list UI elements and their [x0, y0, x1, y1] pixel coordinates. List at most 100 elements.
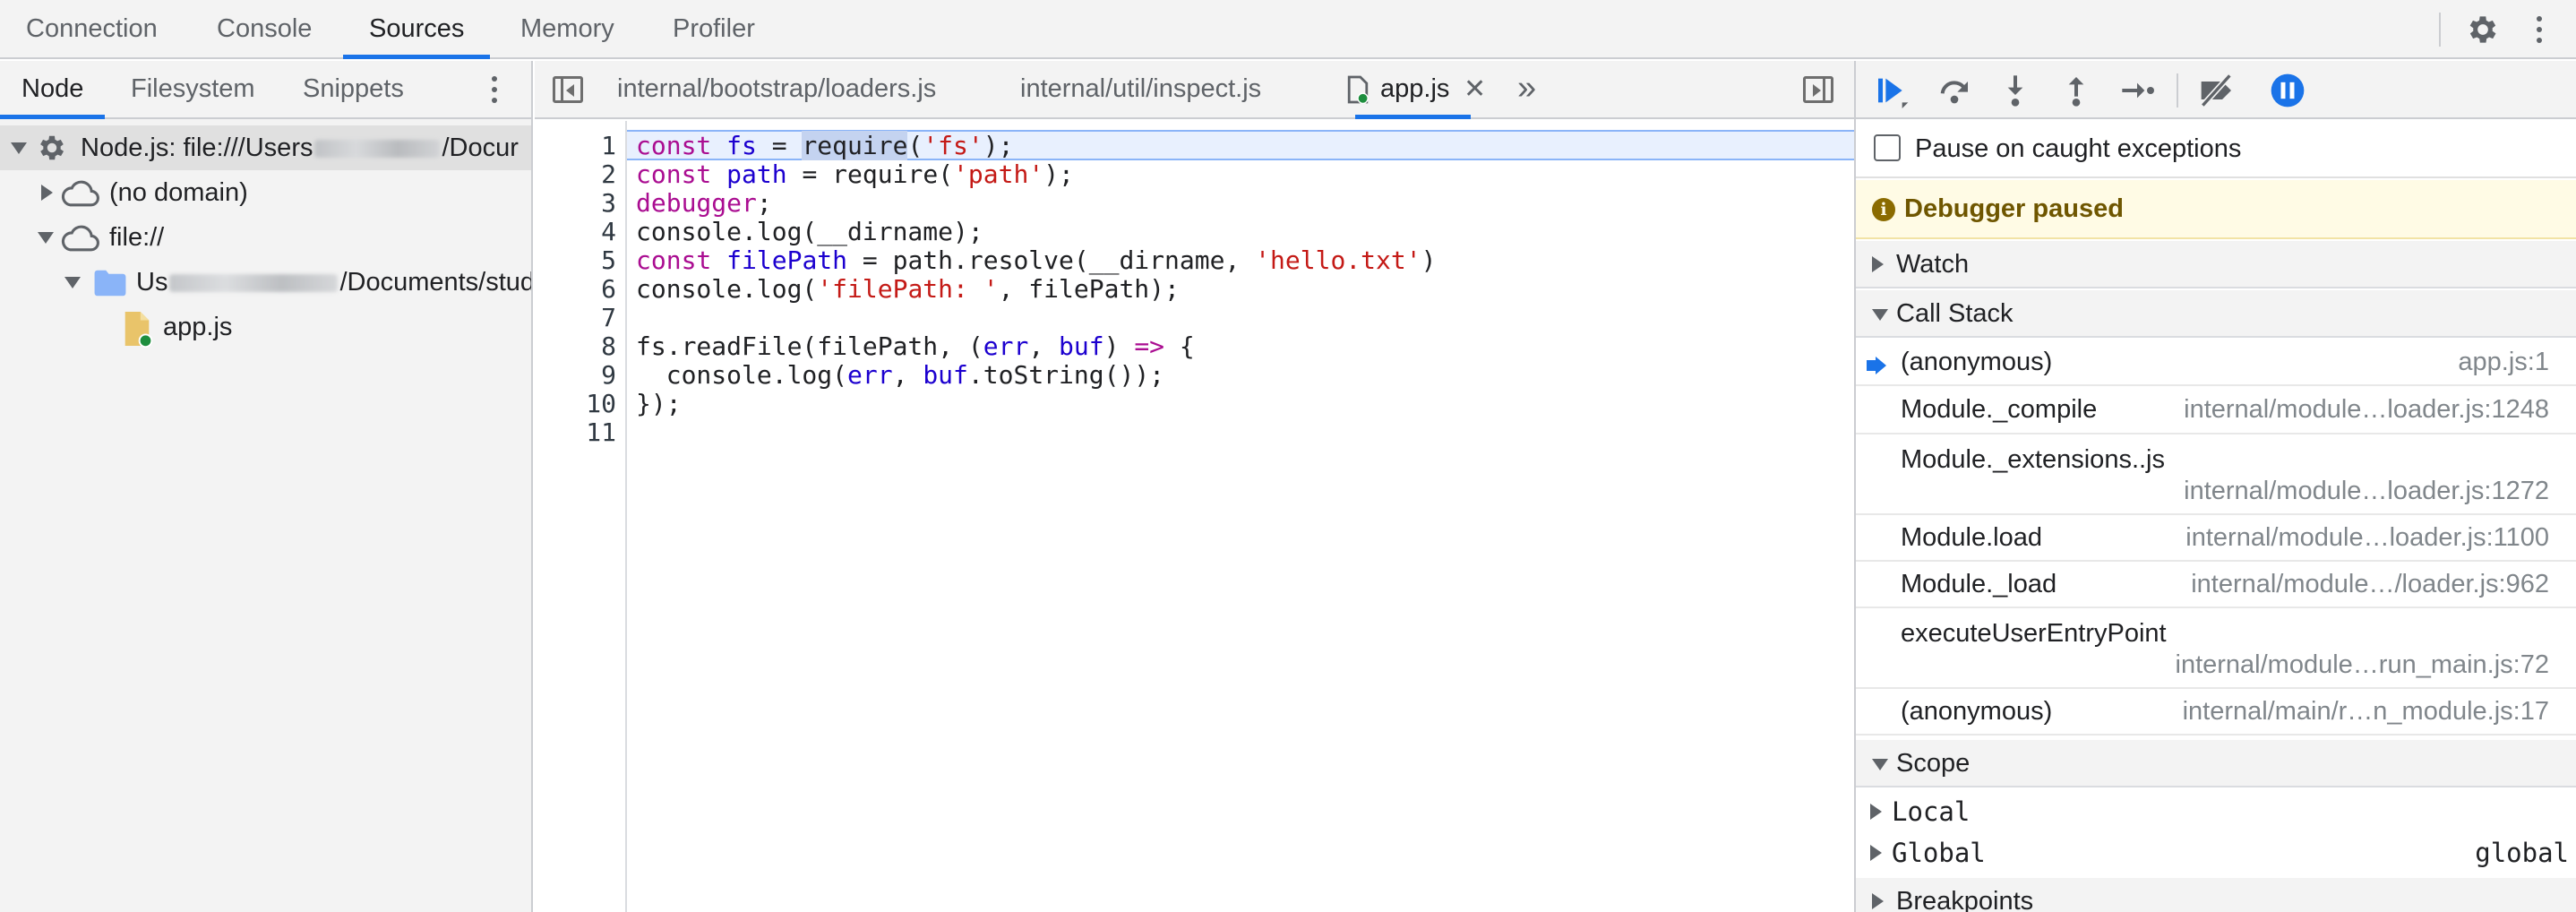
line-number[interactable]: 2 [536, 160, 616, 189]
line-number[interactable]: 1 [536, 132, 616, 160]
chevron-down-icon[interactable] [11, 142, 27, 154]
frame-location[interactable]: internal/module…loader.js:1272 [2184, 476, 2549, 506]
scope-global[interactable]: Global global [1856, 832, 2576, 873]
call-frame[interactable]: Module._extensions..js internal/module…l… [1856, 434, 2576, 515]
section-title: Watch [1896, 250, 1970, 279]
editor-tab-bar: internal/bootstrap/loaders.js internal/u… [535, 61, 1854, 119]
editor-tab-label: app.js [1380, 74, 1450, 103]
scope-value: global [2475, 838, 2569, 868]
frame-location[interactable]: internal/module…/loader.js:962 [2191, 562, 2549, 607]
folder-icon [94, 270, 126, 297]
line-number[interactable]: 4 [536, 218, 616, 246]
tab-profiler[interactable]: Profiler [647, 0, 781, 57]
more-tabs-icon[interactable]: » [1517, 61, 1536, 115]
code-line: console.log(err, buf.toString()); [636, 360, 1165, 390]
frame-location[interactable]: internal/main/r…n_module.js:17 [2183, 689, 2549, 734]
line-number[interactable]: 11 [536, 418, 616, 447]
code-line: const path = require('path'); [636, 159, 1074, 189]
call-frame[interactable]: Module._compile internal/module…loader.j… [1856, 386, 2576, 434]
debugger-toolbar [1856, 61, 2576, 119]
js-file-icon [125, 312, 153, 348]
show-navigator-icon[interactable] [553, 76, 583, 103]
frame-name: Module._extensions..js [1901, 445, 2165, 474]
line-number[interactable]: 10 [536, 390, 616, 418]
frame-name: (anonymous) [1901, 697, 2053, 726]
step-over-icon[interactable] [1936, 73, 1972, 108]
editor-tab-app-js[interactable]: app.js [1354, 61, 1472, 119]
gear-icon[interactable] [2465, 12, 2501, 47]
code-area[interactable]: const fs = require('fs'); const path = r… [629, 121, 1854, 912]
deactivate-breakpoints-icon[interactable] [2196, 73, 2239, 108]
tab-sources[interactable]: Sources [343, 0, 491, 59]
tab-snippets[interactable]: Snippets [281, 61, 425, 117]
cloud-icon [61, 180, 99, 207]
tree-item-app-js[interactable]: app.js [0, 305, 531, 349]
tree-item-label: Node.js: file:///Users/Docur [81, 133, 519, 162]
tab-console[interactable]: Console [191, 0, 338, 57]
tab-connection[interactable]: Connection [0, 0, 184, 57]
tree-item-users-folder[interactable]: Us/Documents/stud [0, 260, 531, 305]
chevron-right-icon [1870, 845, 1882, 861]
line-number-gutter: 1 2 3 4 5 6 7 8 9 10 11 [535, 121, 627, 912]
step-icon[interactable] [2119, 73, 2155, 108]
call-frame[interactable]: Module.load internal/module…loader.js:11… [1856, 515, 2576, 562]
section-scope[interactable]: Scope [1856, 740, 2576, 787]
navigator-more-icon[interactable] [491, 73, 498, 106]
file-icon [1347, 75, 1369, 105]
code-line: console.log('filePath: ', filePath); [636, 274, 1180, 304]
line-number[interactable]: 6 [536, 275, 616, 304]
tree-item-no-domain[interactable]: (no domain) [0, 170, 531, 215]
frame-name: Module._compile [1901, 395, 2098, 424]
pause-on-caught-checkbox[interactable] [1874, 134, 1901, 161]
main-tab-bar: Connection Console Sources Memory Profil… [0, 0, 2576, 59]
kebab-icon[interactable] [2536, 13, 2543, 46]
close-icon[interactable]: ✕ [1464, 61, 1486, 117]
line-number[interactable]: 5 [536, 246, 616, 275]
section-call-stack[interactable]: Call Stack [1856, 290, 2576, 338]
call-frame[interactable]: (anonymous) app.js:1 [1856, 340, 2576, 386]
pause-on-exceptions-icon[interactable] [2270, 73, 2306, 108]
tab-filesystem[interactable]: Filesystem [109, 61, 277, 117]
frame-location[interactable]: internal/module…run_main.js:72 [2176, 650, 2550, 680]
navigator-tabs: Node Filesystem Snippets [0, 61, 531, 119]
frame-name: Module._load [1901, 570, 2057, 598]
frame-location[interactable]: internal/module…loader.js:1248 [2184, 386, 2549, 433]
chevron-right-icon[interactable] [41, 185, 53, 201]
editor-tab-inspect[interactable]: internal/util/inspect.js [1020, 61, 1261, 117]
frame-location[interactable]: internal/module…loader.js:1100 [2185, 515, 2549, 560]
frame-location[interactable]: app.js:1 [2458, 340, 2549, 384]
tab-node[interactable]: Node [0, 61, 106, 119]
tree-item-label: file:// [109, 223, 165, 252]
pause-on-caught-label: Pause on caught exceptions [1915, 134, 2242, 163]
call-frame[interactable]: (anonymous) internal/main/r…n_module.js:… [1856, 689, 2576, 736]
tab-memory[interactable]: Memory [494, 0, 640, 57]
toolbar-divider [2439, 13, 2441, 47]
info-icon: i [1872, 198, 1895, 221]
toolbar-divider [2177, 73, 2178, 108]
show-debugger-icon[interactable] [1803, 76, 1833, 103]
scope-name: Global [1892, 838, 1986, 868]
pause-on-caught-row: Pause on caught exceptions [1856, 121, 2576, 178]
editor-tab-loaders[interactable]: internal/bootstrap/loaders.js [617, 61, 936, 117]
step-out-icon[interactable] [2058, 73, 2094, 108]
paused-message: Debugger paused [1904, 194, 2124, 223]
scope-local[interactable]: Local [1856, 791, 2576, 832]
tree-item-nodejs[interactable]: Node.js: file:///Users/Docur [0, 125, 531, 170]
line-number[interactable]: 9 [536, 361, 616, 390]
line-number[interactable]: 8 [536, 332, 616, 361]
section-watch[interactable]: Watch [1856, 241, 2576, 288]
frame-name: executeUserEntryPoint [1901, 619, 2167, 648]
tree-item-file-scheme[interactable]: file:// [0, 215, 531, 260]
call-frame[interactable]: Module._load internal/module…/loader.js:… [1856, 562, 2576, 608]
scope-name: Local [1892, 796, 1971, 827]
chevron-down-icon[interactable] [38, 232, 54, 244]
line-number[interactable]: 3 [536, 189, 616, 218]
chevron-right-icon [1872, 256, 1884, 272]
line-number[interactable]: 7 [536, 304, 616, 332]
chevron-down-icon[interactable] [64, 277, 81, 288]
current-frame-arrow-icon [1867, 357, 1886, 374]
step-into-icon[interactable] [1997, 73, 2033, 108]
section-breakpoints[interactable]: Breakpoints [1856, 878, 2576, 912]
call-frame[interactable]: executeUserEntryPoint internal/module…ru… [1856, 608, 2576, 689]
resume-icon[interactable] [1874, 73, 1910, 108]
